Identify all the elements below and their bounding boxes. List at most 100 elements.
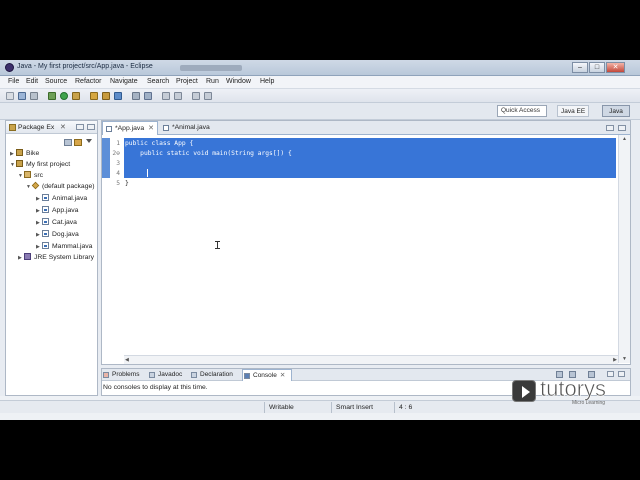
scroll-up-icon[interactable]: ▲ <box>622 136 627 142</box>
print-icon[interactable] <box>30 92 38 100</box>
watermark-brand: tutorys <box>540 376 607 402</box>
quick-access-bar: Quick Access Java EE Java <box>0 103 640 120</box>
external-tools-icon[interactable] <box>72 92 80 100</box>
menu-navigate[interactable]: Navigate <box>110 78 138 85</box>
save-icon[interactable] <box>18 92 26 100</box>
editor-vertical-scrollbar[interactable]: ▲ ▼ <box>618 135 630 363</box>
tree-item-label: App.java <box>52 207 79 214</box>
menu-edit[interactable]: Edit <box>26 78 38 85</box>
collapse-all-icon[interactable] <box>64 139 72 146</box>
minimize-view-icon[interactable] <box>76 124 84 130</box>
menu-run[interactable]: Run <box>206 78 219 85</box>
close-view-icon[interactable]: ✕ <box>60 123 66 131</box>
minimize-view-icon[interactable] <box>607 371 614 377</box>
tree-item-dog-java[interactable]: ▶ Dog.java <box>36 229 79 240</box>
view-menu-icon[interactable] <box>86 139 92 143</box>
tree-item-mammal-java[interactable]: ▶ Mammal.java <box>36 241 97 252</box>
debug-icon[interactable] <box>48 92 56 100</box>
code-line-1[interactable]: public class App { <box>125 140 193 147</box>
menu-project[interactable]: Project <box>176 78 198 85</box>
menu-refactor[interactable]: Refactor <box>75 78 101 85</box>
main-toolbar <box>0 89 640 103</box>
maximize-view-icon[interactable] <box>87 124 95 130</box>
tree-item-label: Cat.java <box>52 219 77 226</box>
watermark-tagline: Micro Learning <box>572 400 606 406</box>
close-tab-icon[interactable]: ✕ <box>280 372 285 379</box>
annotation-icon[interactable] <box>162 92 170 100</box>
java-file-icon <box>42 218 49 225</box>
tree-item-label: JRE System Library <box>34 254 95 261</box>
tab-javadoc[interactable]: Javadoc <box>148 369 190 381</box>
collapse-icon[interactable]: ▼ <box>26 182 32 192</box>
tree-item-cat-java[interactable]: ▶ Cat.java <box>36 217 77 228</box>
run-icon[interactable] <box>60 92 68 100</box>
menu-search[interactable]: Search <box>147 78 169 85</box>
line-number: 3 <box>116 160 120 167</box>
forward-icon[interactable] <box>204 92 212 100</box>
tab-label: Declaration <box>200 371 233 378</box>
tab-problems[interactable]: Problems <box>102 369 148 381</box>
tree-item-label: Animal.java <box>52 195 88 202</box>
tree-item-src[interactable]: ▼ src <box>18 170 43 181</box>
title-bar: Java - My first project/src/App.java - E… <box>0 60 640 76</box>
perspective-java-ee[interactable]: Java EE <box>557 105 590 117</box>
new-class-icon[interactable] <box>114 92 122 100</box>
menu-file[interactable]: File <box>8 78 19 85</box>
code-line-2[interactable]: public static void main(String args[]) { <box>125 150 292 157</box>
tree-item-label: (default package) <box>42 183 95 190</box>
package-explorer: Package Ex ✕ ▶ Bike ▼ My first project ▼ sr… <box>5 120 98 396</box>
search-icon[interactable] <box>144 92 152 100</box>
text-selection[interactable] <box>124 138 616 178</box>
perspective-java[interactable]: Java <box>602 105 630 117</box>
tab-app-java[interactable]: *App.java ✕ <box>102 121 158 135</box>
tab-label: Console <box>253 372 277 379</box>
tab-animal-java[interactable]: *Animal.java <box>160 121 220 135</box>
back-icon[interactable] <box>192 92 200 100</box>
code-line-5[interactable]: } <box>125 180 129 187</box>
menu-help[interactable]: Help <box>260 78 274 85</box>
open-type-icon[interactable] <box>132 92 140 100</box>
tree-item-label: Mammal.java <box>52 243 93 250</box>
next-annotation-icon[interactable] <box>174 92 182 100</box>
minimize-button[interactable]: – <box>572 62 588 73</box>
source-folder-icon <box>24 171 31 178</box>
tree-item-app-java[interactable]: ▶ App.java <box>36 205 78 216</box>
new-package-icon[interactable] <box>102 92 110 100</box>
maximize-view-icon[interactable] <box>618 371 625 377</box>
tree-item-default-package[interactable]: ▼ (default package) <box>26 181 96 192</box>
java-file-icon <box>42 206 49 213</box>
tree-item-label: Dog.java <box>52 231 79 238</box>
menu-source[interactable]: Source <box>45 78 67 85</box>
tree-item-label: src <box>34 172 44 179</box>
package-explorer-tab[interactable]: Package Ex ✕ <box>6 121 97 134</box>
tree-item-animal-java[interactable]: ▶ Animal.java <box>36 193 87 204</box>
window-title: Java - My first project/src/App.java - E… <box>17 63 153 70</box>
maximize-button[interactable]: □ <box>589 62 605 73</box>
maximize-editor-icon[interactable] <box>618 125 626 131</box>
console-message: No consoles to display at this time. <box>103 384 208 391</box>
java-file-icon <box>42 230 49 237</box>
close-button[interactable]: ✕ <box>606 62 625 73</box>
scroll-right-icon[interactable]: ▶ <box>613 357 617 363</box>
quick-access-field[interactable]: Quick Access <box>497 105 547 117</box>
scroll-down-icon[interactable]: ▼ <box>622 356 627 362</box>
java-file-icon <box>163 125 169 131</box>
tab-console[interactable]: Console ✕ <box>242 369 292 381</box>
status-insert-mode: Smart Insert <box>331 402 393 413</box>
tab-label: Javadoc <box>158 371 183 378</box>
i-beam-cursor <box>215 241 220 249</box>
tree-item-my-first-project[interactable]: ▼ My first project <box>10 159 70 170</box>
tab-declaration[interactable]: Declaration <box>190 369 242 381</box>
project-icon <box>16 160 23 167</box>
tree-item-bike[interactable]: ▶ Bike <box>10 148 39 159</box>
close-tab-icon[interactable]: ✕ <box>148 125 154 132</box>
tree-item-jre-system-library[interactable]: ▶ JRE System Library <box>18 252 97 263</box>
link-with-editor-icon[interactable] <box>74 139 82 146</box>
editor-horizontal-scrollbar[interactable]: ◀ ▶ <box>124 355 618 364</box>
menu-window[interactable]: Window <box>226 78 251 85</box>
scroll-left-icon[interactable]: ◀ <box>125 357 129 363</box>
new-icon[interactable] <box>6 92 14 100</box>
new-java-project-icon[interactable] <box>90 92 98 100</box>
minimize-editor-icon[interactable] <box>606 125 614 131</box>
title-bar-blur <box>180 65 242 71</box>
